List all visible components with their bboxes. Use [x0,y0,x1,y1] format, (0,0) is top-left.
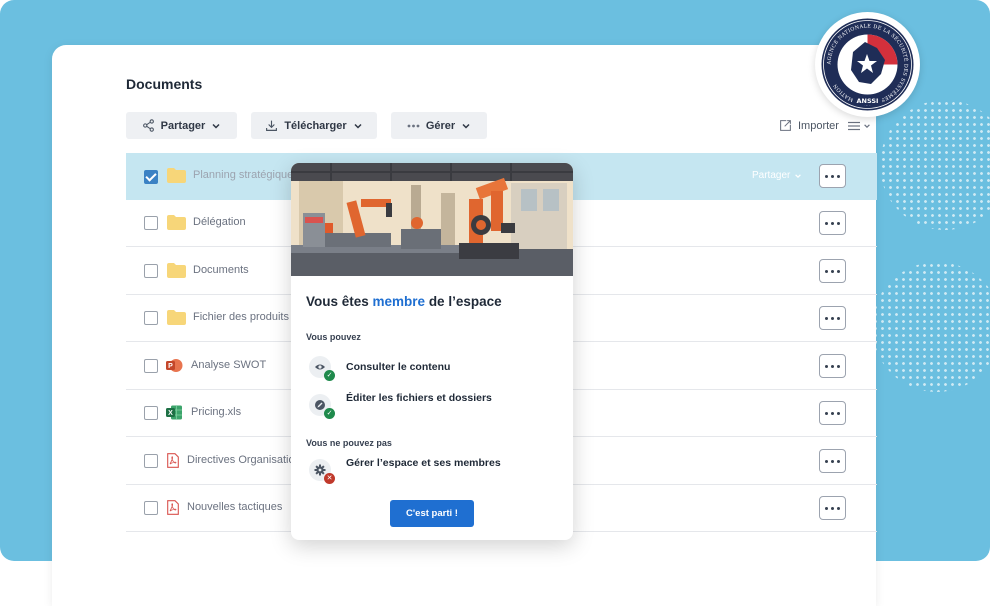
row-share-button[interactable]: Partager [752,170,802,181]
file-name[interactable]: Documents [193,264,249,276]
permission-item: ✓ Consulter le contenu [309,356,451,381]
excel-file-icon: X [166,405,182,420]
file-name[interactable]: Analyse SWOT [191,359,266,371]
eye-icon: ✓ [309,356,335,381]
anssi-seal-logo: AGENCE NATIONALE DE LA SÉCURITÉ DES SYST… [815,12,920,117]
download-icon [266,120,278,131]
seal-acronym: ANSSI [857,97,879,105]
cross-icon: ✕ [324,473,335,484]
chevron-down-icon [864,123,870,128]
chevron-down-icon [354,123,362,129]
permissions-modal: Vous êtes membre de l’espace Vous pouvez… [291,163,573,540]
powerpoint-file-icon: P [166,359,183,372]
modal-title-suffix: de l’espace [425,294,502,309]
folder-icon [167,168,186,183]
modal-title-prefix: Vous êtes [306,294,373,309]
file-name[interactable]: Fichier des produits [193,311,289,323]
row-more-button[interactable] [819,306,846,330]
permission-label: Gérer l’espace et ses membres [346,457,501,469]
row-more-button[interactable] [819,164,846,188]
row-checkbox[interactable] [144,359,158,373]
permission-item: ✕ Gérer l’espace et ses membres [309,457,501,484]
permission-label: Consulter le contenu [346,361,451,373]
file-name[interactable]: Planning stratégique [193,169,293,181]
folder-icon [167,215,186,230]
dot-pattern-bottom [872,262,990,392]
share-button-label: Partager [160,119,206,132]
row-more-button[interactable] [819,211,846,235]
import-button-label: Importer [798,119,839,132]
row-checkbox[interactable] [144,454,158,468]
folder-icon [167,263,186,278]
download-button-label: Télécharger [284,119,347,132]
download-button[interactable]: Télécharger [251,112,377,139]
row-checkbox[interactable] [144,311,158,325]
row-checkbox[interactable] [144,406,158,420]
start-button[interactable]: C'est parti ! [390,500,474,527]
permission-label: Éditer les fichiers et dossiers [346,392,492,404]
row-more-button[interactable] [819,449,846,473]
manage-button-label: Gérer [425,119,456,132]
factory-robot-illustration [291,163,573,276]
row-checkbox[interactable] [144,501,158,515]
chevron-down-icon [795,173,802,178]
row-checkbox[interactable] [144,264,158,278]
row-more-button[interactable] [819,496,846,520]
row-more-button[interactable] [819,354,846,378]
pdf-file-icon [167,500,179,515]
cannot-heading: Vous ne pouvez pas [306,438,392,448]
gear-icon: ✕ [309,459,335,484]
folder-icon [167,310,186,325]
import-icon [780,120,791,131]
pencil-icon: ✓ [309,394,335,419]
file-name[interactable]: Nouvelles tactiques [187,501,282,513]
chevron-down-icon [462,123,470,129]
permission-item: ✓ Éditer les fichiers et dossiers [309,392,492,419]
can-heading: Vous pouvez [306,332,361,342]
list-view-icon [848,121,860,130]
pdf-file-icon [167,453,179,468]
more-dots-icon [407,124,420,127]
row-checkbox[interactable] [144,169,158,184]
row-share-label: Partager [752,170,791,181]
check-icon: ✓ [324,370,335,381]
row-checkbox[interactable] [144,216,158,230]
row-more-button[interactable] [819,401,846,425]
share-icon [142,119,154,132]
file-name[interactable]: Délégation [193,216,246,228]
check-icon: ✓ [324,408,335,419]
chevron-down-icon [212,123,220,129]
manage-button[interactable]: Gérer [391,112,487,139]
row-more-button[interactable] [819,259,846,283]
modal-title-role: membre [372,294,426,309]
page-title: Documents [126,76,203,92]
file-name[interactable]: Pricing.xls [191,406,241,418]
svg-text:P: P [168,363,173,370]
modal-title: Vous êtes membre de l’espace [306,294,502,309]
svg-text:X: X [168,410,173,417]
share-button[interactable]: Partager [126,112,237,139]
